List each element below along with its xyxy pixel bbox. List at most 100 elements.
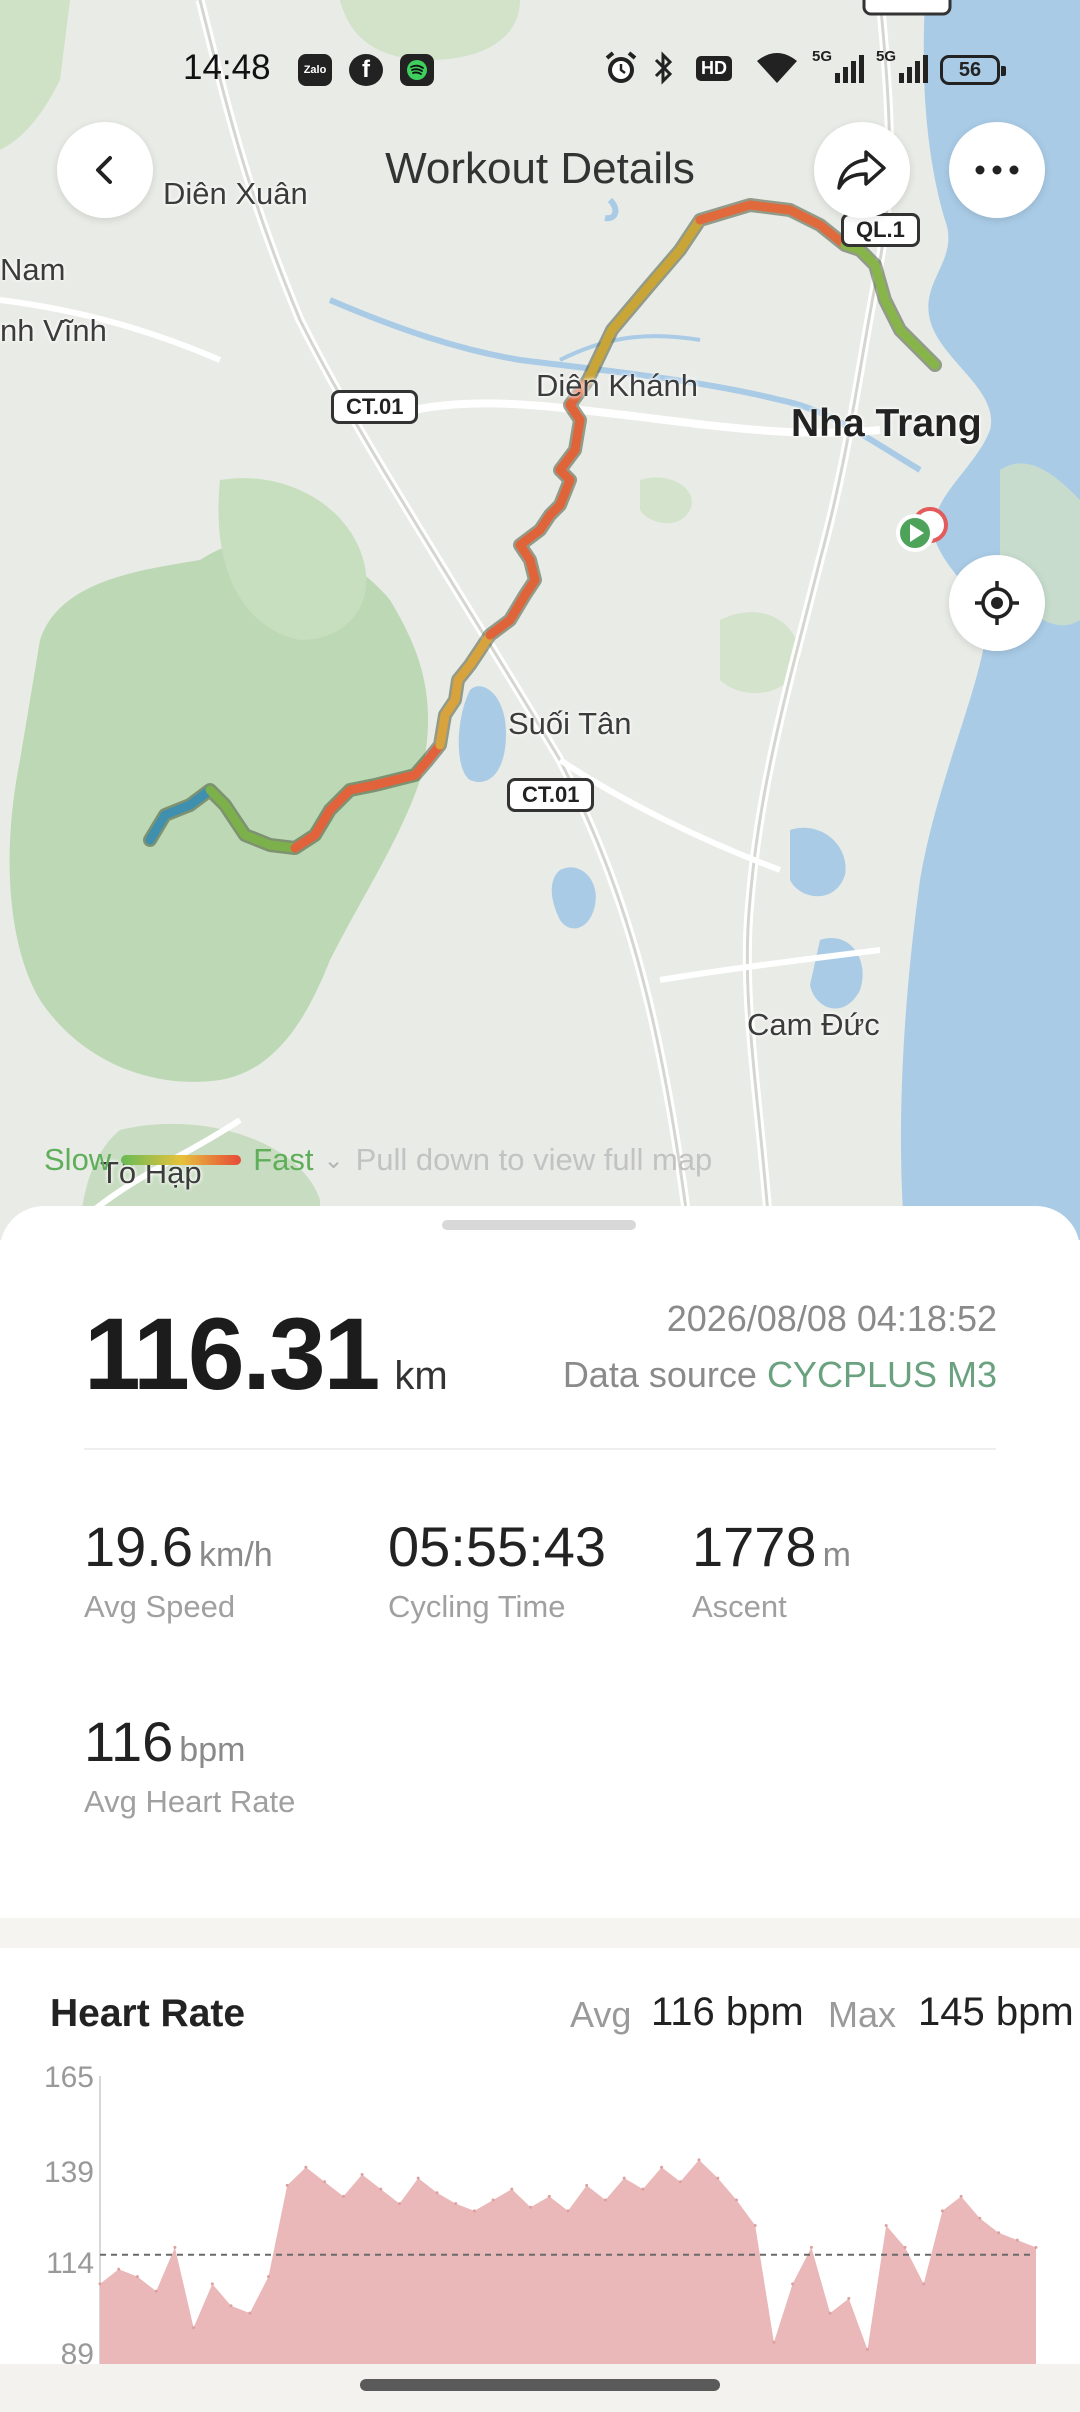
status-time: 14:48 <box>183 48 271 87</box>
sheet-drag-handle[interactable] <box>442 1220 636 1230</box>
net-label: 5G <box>876 48 897 65</box>
map-label: Nam <box>0 252 66 287</box>
stat-label: Ascent <box>692 1589 787 1624</box>
hr-point <box>884 2224 888 2227</box>
stat-value: 05:55:43 <box>388 1515 606 1578</box>
workout-datetime: 2026/08/08 04:18:52 <box>666 1298 997 1339</box>
hr-point <box>398 2202 401 2206</box>
workout-summary-sheet[interactable]: 116.31 km 2026/08/08 04:18:52 Data sourc… <box>0 1206 1080 2412</box>
hr-avg-label: Avg <box>570 1994 632 2035</box>
hr-point <box>809 2245 813 2249</box>
road-shield: CT.01 <box>507 778 595 812</box>
hr-point <box>622 2176 626 2180</box>
stat-unit: km/h <box>199 1536 273 1574</box>
speed-legend[interactable]: Slow Fast ⌄ Pull down to view full map <box>44 1135 712 1185</box>
page-title: Workout Details <box>385 144 695 193</box>
more-button[interactable] <box>949 122 1045 218</box>
stat-cycling-time: 05:55:43 Cycling Time <box>388 1514 606 1625</box>
hr-point <box>866 2348 869 2351</box>
hr-point <box>360 2173 364 2176</box>
hr-point <box>1034 2245 1038 2249</box>
hr-point <box>435 2191 439 2195</box>
hr-max-value: 145 bpm <box>918 1990 1074 2034</box>
data-source-label: Data source <box>562 1354 757 1395</box>
stat-value: 116 <box>84 1710 174 1773</box>
stat-unit: bpm <box>179 1731 246 1769</box>
map-label: Cam Đức <box>747 1007 880 1042</box>
more-icon <box>975 165 1019 175</box>
distance-value: 116.31 <box>84 1297 380 1411</box>
map-pull-hint: Pull down to view full map <box>355 1142 713 1177</box>
legend-slow: Slow <box>44 1142 112 1177</box>
hr-max-label: Max <box>828 1994 897 2035</box>
hd-icon: HD <box>696 48 732 88</box>
map-label: nh Vĩnh <box>0 313 107 348</box>
hr-point <box>566 2209 570 2213</box>
share-button[interactable] <box>814 122 910 218</box>
hr-point <box>547 2194 551 2198</box>
hr-point <box>491 2198 495 2202</box>
legend-fast: Fast <box>253 1142 314 1177</box>
hr-point <box>285 2183 289 2187</box>
net-label: 5G <box>812 48 833 65</box>
home-indicator[interactable] <box>360 2379 720 2391</box>
heart-rate-chart[interactable]: 16513911489 <box>0 2066 1080 2386</box>
hr-point <box>772 2340 776 2344</box>
section-separator <box>0 1918 1080 1948</box>
signal-5g-icon: 5G <box>876 48 929 88</box>
hr-point <box>660 2165 664 2169</box>
hr-point <box>323 2180 327 2184</box>
hr-point <box>210 2282 214 2286</box>
chevron-down-icon: ⌄ <box>323 1146 344 1174</box>
hr-point <box>248 2311 252 2315</box>
hr-point <box>828 2311 832 2315</box>
signal-5g-icon: 5G <box>812 48 865 88</box>
data-source: Data source CYCPLUS M3 <box>563 1354 997 1396</box>
hr-avg-value: 116 bpm <box>651 1990 804 2034</box>
hr-point <box>267 2275 270 2279</box>
hr-point <box>192 2326 196 2330</box>
hr-point <box>304 2165 308 2169</box>
route-map[interactable]: Diên Xuân Nam nh Vĩnh Diên Khánh Nha Tra… <box>0 0 1080 1240</box>
stat-value: 19.6 <box>84 1515 193 1578</box>
hr-point <box>603 2198 607 2202</box>
hr-point <box>959 2194 963 2198</box>
data-source-device[interactable]: CYCPLUS M3 <box>767 1354 997 1395</box>
hr-point <box>98 2282 102 2286</box>
stat-label: Cycling Time <box>388 1589 566 1624</box>
locate-button[interactable] <box>949 555 1045 651</box>
stat-label: Avg Speed <box>84 1589 236 1624</box>
road-shield: QL.1 <box>841 213 920 247</box>
alarm-icon <box>604 48 638 88</box>
hr-point <box>735 2198 738 2202</box>
status-bar: 14:48 Zalo f HD 5G 5G 56 <box>0 0 1080 140</box>
zalo-icon: Zalo <box>298 54 332 86</box>
hr-point <box>135 2275 139 2279</box>
hr-point <box>940 2209 944 2213</box>
hr-point <box>454 2202 458 2206</box>
total-distance: 116.31 km <box>84 1296 448 1413</box>
hr-point <box>229 2304 233 2308</box>
map-label: Diên Khánh <box>536 368 699 403</box>
hr-point <box>791 2282 795 2286</box>
share-icon <box>837 150 886 190</box>
hr-point <box>641 2187 645 2191</box>
heart-rate-area <box>100 2159 1036 2386</box>
y-tick-label: 139 <box>44 2156 94 2189</box>
hr-point <box>341 2194 345 2198</box>
distance-unit: km <box>394 1354 448 1398</box>
hr-point <box>510 2187 514 2191</box>
stat-label: Avg Heart Rate <box>84 1784 296 1819</box>
heart-rate-title: Heart Rate <box>50 1992 246 2035</box>
spotify-icon <box>400 54 434 86</box>
facebook-icon: f <box>349 54 383 86</box>
hr-point <box>472 2209 476 2213</box>
hr-point <box>117 2267 121 2271</box>
hr-point <box>379 2187 383 2191</box>
road-shield: CT.01 <box>331 390 419 424</box>
stat-avg-heart-rate: 116 bpm Avg Heart Rate <box>84 1709 295 1820</box>
battery-indicator: 56 <box>940 55 1006 85</box>
hr-point <box>585 2183 589 2187</box>
bluetooth-icon <box>652 48 676 88</box>
hr-point <box>716 2176 720 2180</box>
